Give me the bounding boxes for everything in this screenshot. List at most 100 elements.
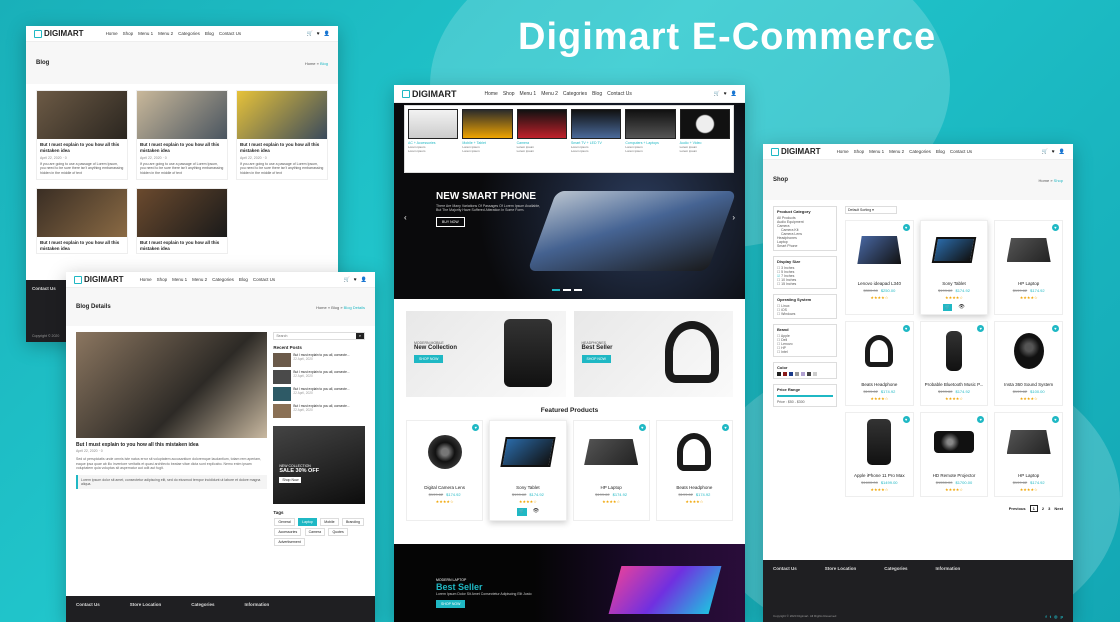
- wishlist-heart-icon[interactable]: ♥: [902, 224, 910, 231]
- product-card[interactable]: ♥ Digital Camera Lens $199.62 $174.92 ★★★★☆: [406, 420, 484, 521]
- nav-blog[interactable]: Blog: [936, 149, 945, 154]
- product-card[interactable]: ♥ HD Remote Projector $1550.00 $1700.00 ★★★★…: [919, 412, 989, 497]
- product-name[interactable]: HP Laptop: [995, 281, 1062, 286]
- blog-card-title[interactable]: But I must explain to you how all this m…: [37, 237, 127, 253]
- nav-menu2[interactable]: Menu 2: [889, 149, 904, 154]
- slider-prev-icon[interactable]: ‹: [404, 213, 407, 222]
- shop-now-button[interactable]: SHOP NOW: [414, 355, 444, 363]
- facebook-icon[interactable]: f: [1045, 614, 1046, 619]
- cart-icon[interactable]: 🛒: [714, 91, 720, 97]
- mega-link[interactable]: Lorem ipsum: [625, 149, 675, 153]
- product-name[interactable]: Sony Tablet: [921, 281, 988, 286]
- nav-categories[interactable]: Categories: [909, 149, 931, 154]
- brand-logo[interactable]: DIGIMART: [34, 29, 84, 38]
- product-name[interactable]: Probable Bluetooth Music P...: [921, 382, 988, 387]
- product-name[interactable]: Digital Camera Lens: [407, 485, 482, 490]
- color-swatch[interactable]: [795, 372, 799, 376]
- mega-link[interactable]: Lorem ipsum: [408, 149, 458, 153]
- pinterest-icon[interactable]: p: [1061, 614, 1063, 619]
- heart-icon[interactable]: ♥: [1052, 149, 1055, 155]
- user-icon[interactable]: 👤: [1059, 149, 1065, 155]
- nav-blog[interactable]: Blog: [239, 277, 248, 282]
- blog-card[interactable]: But I must explain to you how all this m…: [36, 188, 128, 255]
- nav-menu2[interactable]: Menu 2: [541, 91, 558, 97]
- blog-card-title[interactable]: But I must explain to you how all this m…: [37, 139, 127, 155]
- nav-contact[interactable]: Contact Us: [607, 91, 632, 97]
- tag-item[interactable]: Branding: [341, 518, 364, 526]
- mega-link[interactable]: Lorem ipsum: [571, 149, 621, 153]
- product-name[interactable]: Beats Headphone: [657, 485, 732, 490]
- wishlist-heart-icon[interactable]: ♥: [638, 424, 646, 431]
- blog-card-title[interactable]: But I must explain to you how all this m…: [237, 139, 327, 155]
- product-card[interactable]: Sony Tablet $199.62 $174.92 ★★★★☆ 🛒 👁: [919, 220, 989, 315]
- crumb-home[interactable]: Home: [316, 305, 327, 310]
- nav-menu1[interactable]: Menu 1: [869, 149, 884, 154]
- product-name[interactable]: HP Laptop: [574, 485, 649, 490]
- nav-categories[interactable]: Categories: [563, 91, 587, 97]
- color-swatch[interactable]: [777, 372, 781, 376]
- sidebar-ad-banner[interactable]: NEW COLLECTION SALE 30% OFF Shop Now: [273, 426, 365, 504]
- color-swatch[interactable]: [783, 372, 787, 376]
- add-to-cart-icon[interactable]: 🛒: [516, 508, 527, 516]
- nav-shop[interactable]: Shop: [854, 149, 865, 154]
- wishlist-heart-icon[interactable]: ♥: [1051, 416, 1059, 423]
- product-name[interactable]: HP Laptop: [995, 473, 1062, 478]
- product-card[interactable]: ♥ Beats Headphone $199.62 $174.92 ★★★★☆: [655, 420, 733, 521]
- product-card[interactable]: Sony Tablet $199.62 $174.92 ★★★★☆ 🛒 👁: [489, 420, 567, 521]
- promo-mobile[interactable]: MODERN MOBILE New Collection SHOP NOW: [406, 311, 566, 397]
- recent-post[interactable]: But I must explain to you all, consecte.…: [273, 387, 365, 401]
- nav-blog[interactable]: Blog: [592, 91, 602, 97]
- user-icon[interactable]: 👤: [361, 277, 367, 283]
- buy-now-button[interactable]: BUY NOW: [436, 217, 465, 227]
- recent-post[interactable]: But I must explain to you all, consecte.…: [273, 404, 365, 418]
- ad-shop-now-button[interactable]: Shop Now: [279, 477, 302, 483]
- product-card[interactable]: ♥ Insta 360 Sound System $199.62 $100.00 ★★★…: [994, 321, 1063, 406]
- nav-menu1[interactable]: Menu 1: [172, 277, 187, 282]
- color-swatch[interactable]: [801, 372, 805, 376]
- shop-now-button[interactable]: SHOP NOW: [581, 355, 611, 363]
- product-card[interactable]: ♥ HP Laptop $199.62 $174.92 ★★★★☆: [994, 412, 1063, 497]
- product-name[interactable]: Beats Headphone: [846, 382, 913, 387]
- wishlist-heart-icon[interactable]: ♥: [1051, 224, 1059, 231]
- blog-card[interactable]: But I must explain to you how all this m…: [136, 188, 228, 255]
- tag-item[interactable]: Camera: [304, 528, 326, 536]
- cart-icon[interactable]: 🛒: [344, 277, 350, 283]
- nav-menu2[interactable]: Menu 2: [158, 31, 173, 36]
- mega-link[interactable]: Lorem ipsum: [517, 149, 567, 153]
- slider-dot[interactable]: [574, 289, 582, 291]
- cart-icon[interactable]: 🛒: [1042, 149, 1048, 155]
- heart-icon[interactable]: ♥: [354, 277, 357, 283]
- twitter-icon[interactable]: t: [1050, 614, 1051, 619]
- nav-shop[interactable]: Shop: [503, 91, 515, 97]
- product-name[interactable]: Insta 360 Sound System: [995, 382, 1062, 387]
- slider-dot[interactable]: [563, 289, 571, 291]
- nav-menu2[interactable]: Menu 2: [192, 277, 207, 282]
- nav-home[interactable]: Home: [140, 277, 152, 282]
- wishlist-heart-icon[interactable]: ♥: [902, 325, 910, 332]
- pagination-page[interactable]: 1: [1029, 505, 1038, 512]
- product-name[interactable]: HD Remote Projector: [921, 473, 988, 478]
- blog-card[interactable]: But I must explain to you how all this m…: [136, 90, 228, 181]
- blog-card-title[interactable]: But I must explain to you how all this m…: [137, 139, 227, 155]
- promo-headphones[interactable]: HEADPHONES Best Seller SHOP NOW: [573, 311, 733, 397]
- nav-menu1[interactable]: Menu 1: [520, 91, 537, 97]
- mega-link[interactable]: Lorem ipsum: [462, 149, 512, 153]
- product-name[interactable]: Lenovo ideapad L340: [846, 281, 913, 286]
- pagination-page[interactable]: 2: [1042, 506, 1044, 511]
- quick-view-icon[interactable]: 👁: [958, 304, 964, 311]
- brand-logo[interactable]: DIGIMART: [402, 89, 457, 99]
- nav-shop[interactable]: Shop: [157, 277, 168, 282]
- recent-post[interactable]: But I must explain to you all, consecte.…: [273, 370, 365, 384]
- crumb-blog[interactable]: Blog: [331, 305, 339, 310]
- filter-checkbox[interactable]: ☐ 15 Inches: [777, 282, 833, 286]
- nav-contact[interactable]: Contact Us: [253, 277, 275, 282]
- filter-checkbox[interactable]: ☐ Intel: [777, 350, 833, 354]
- slider-next-icon[interactable]: ›: [732, 213, 735, 222]
- blog-card[interactable]: But I must explain to you how all this m…: [36, 90, 128, 181]
- user-icon[interactable]: 👤: [731, 91, 737, 97]
- wishlist-heart-icon[interactable]: ♥: [722, 424, 729, 431]
- pagination-previous[interactable]: Previous: [1009, 506, 1026, 511]
- nav-categories[interactable]: Categories: [178, 31, 200, 36]
- user-icon[interactable]: 👤: [324, 31, 330, 37]
- product-name[interactable]: Sony Tablet: [490, 485, 565, 490]
